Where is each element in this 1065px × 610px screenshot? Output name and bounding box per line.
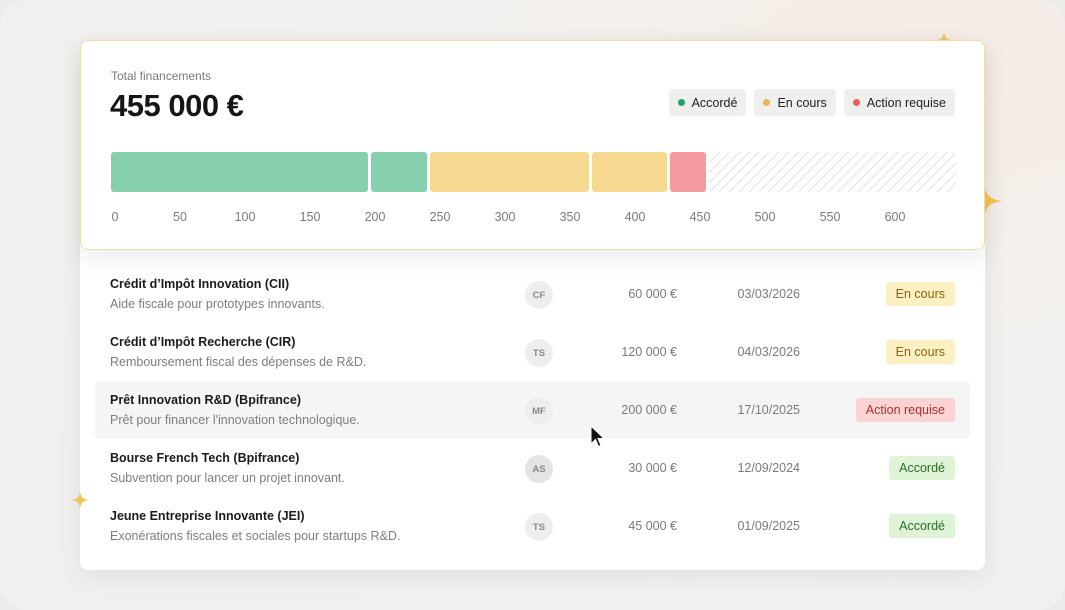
list-item[interactable]: Bourse French Tech (Bpifrance) Subvention… bbox=[95, 439, 970, 497]
row-description: Exonérations fiscales et sociales pour s… bbox=[110, 529, 401, 543]
status-badge[interactable]: Action requise bbox=[855, 398, 955, 422]
axis-tick-label: 600 bbox=[884, 210, 906, 224]
avatar[interactable]: TS bbox=[525, 339, 553, 367]
list-item[interactable]: Prêt Innovation R&D (Bpifrance) Prêt pour… bbox=[95, 381, 970, 439]
bar-segment bbox=[111, 152, 368, 192]
status-badge[interactable]: En cours bbox=[885, 340, 955, 364]
row-date: 12/09/2024 bbox=[737, 461, 800, 475]
bar-segment bbox=[592, 152, 667, 192]
avatar[interactable]: AS bbox=[525, 455, 553, 483]
legend-item: En cours bbox=[754, 89, 836, 116]
legend: Accordé En cours Action requise bbox=[668, 89, 955, 116]
row-amount: 120 000 € bbox=[621, 345, 677, 359]
avatar[interactable]: TS bbox=[525, 513, 553, 541]
status-badge[interactable]: En cours bbox=[885, 282, 955, 306]
axis-tick-label: 250 bbox=[429, 210, 451, 224]
axis-tick-label: 500 bbox=[754, 210, 776, 224]
total-label: Total financements bbox=[111, 69, 212, 83]
avatar[interactable]: CF bbox=[525, 281, 553, 309]
axis-tick-label: 50 bbox=[173, 210, 187, 224]
legend-item: Accordé bbox=[668, 89, 747, 116]
legend-dot bbox=[852, 99, 860, 106]
row-title: Bourse French Tech (Bpifrance) bbox=[110, 451, 300, 465]
list-item[interactable]: Crédit d’Impôt Innovation (CII) Aide fisc… bbox=[95, 265, 970, 323]
legend-dot bbox=[677, 99, 685, 106]
row-amount: 45 000 € bbox=[628, 519, 677, 533]
status-badge[interactable]: Accordé bbox=[889, 514, 955, 538]
sparkle-icon bbox=[71, 491, 89, 509]
bar-segment bbox=[371, 152, 427, 192]
row-amount: 200 000 € bbox=[621, 403, 677, 417]
total-value: 455 000 € bbox=[110, 88, 244, 123]
bar-segment bbox=[670, 152, 706, 192]
row-description: Prêt pour financer l'innovation technolo… bbox=[110, 413, 360, 427]
legend-item: Action requise bbox=[843, 89, 955, 116]
bar-remaining bbox=[709, 152, 956, 192]
avatar[interactable]: MF bbox=[525, 397, 553, 425]
axis-tick-label: 550 bbox=[819, 210, 841, 224]
axis-tick-label: 200 bbox=[364, 210, 386, 224]
funding-bar bbox=[111, 152, 956, 192]
legend-label: Accordé bbox=[691, 95, 738, 110]
axis-tick-label: 100 bbox=[234, 210, 256, 224]
row-date: 04/03/2026 bbox=[737, 345, 800, 359]
axis-tick-label: 450 bbox=[689, 210, 711, 224]
legend-label: En cours bbox=[777, 95, 827, 110]
summary-panel: Total financements 455 000 € Accordé En c… bbox=[80, 40, 985, 250]
background-frame: Total financements 455 000 € Accordé En c… bbox=[0, 0, 1065, 610]
axis-tick-label: 300 bbox=[494, 210, 516, 224]
row-title: Jeune Entreprise Innovante (JEI) bbox=[110, 509, 305, 523]
axis-tick-label: 150 bbox=[299, 210, 321, 224]
list-item[interactable]: Jeune Entreprise Innovante (JEI) Exonérat… bbox=[95, 497, 970, 555]
row-description: Remboursement fiscal des dépenses de R&D… bbox=[110, 355, 367, 369]
row-title: Crédit d’Impôt Recherche (CIR) bbox=[110, 335, 296, 349]
row-date: 03/03/2026 bbox=[737, 287, 800, 301]
row-description: Aide fiscale pour prototypes innovants. bbox=[110, 297, 325, 311]
row-date: 01/09/2025 bbox=[737, 519, 800, 533]
row-amount: 30 000 € bbox=[628, 461, 677, 475]
status-badge[interactable]: Accordé bbox=[889, 456, 955, 480]
financing-card: Total financements 455 000 € Accordé En c… bbox=[80, 40, 985, 570]
axis-tick-label: 350 bbox=[559, 210, 581, 224]
financing-list: Crédit d’Impôt Innovation (CII) Aide fisc… bbox=[95, 265, 970, 555]
axis-tick-label: 400 bbox=[624, 210, 646, 224]
bar-segment bbox=[429, 152, 589, 192]
row-amount: 60 000 € bbox=[628, 287, 677, 301]
list-item[interactable]: Crédit d’Impôt Recherche (CIR) Remboursem… bbox=[95, 323, 970, 381]
row-title: Crédit d’Impôt Innovation (CII) bbox=[110, 277, 290, 291]
legend-dot bbox=[763, 99, 771, 106]
axis-tick-label: 0 bbox=[111, 210, 119, 224]
legend-label: Action requise bbox=[866, 95, 946, 110]
mouse-cursor-icon bbox=[590, 425, 606, 448]
row-title: Prêt Innovation R&D (Bpifrance) bbox=[110, 393, 301, 407]
row-description: Subvention pour lancer un projet innovan… bbox=[110, 471, 345, 485]
row-date: 17/10/2025 bbox=[737, 403, 800, 417]
